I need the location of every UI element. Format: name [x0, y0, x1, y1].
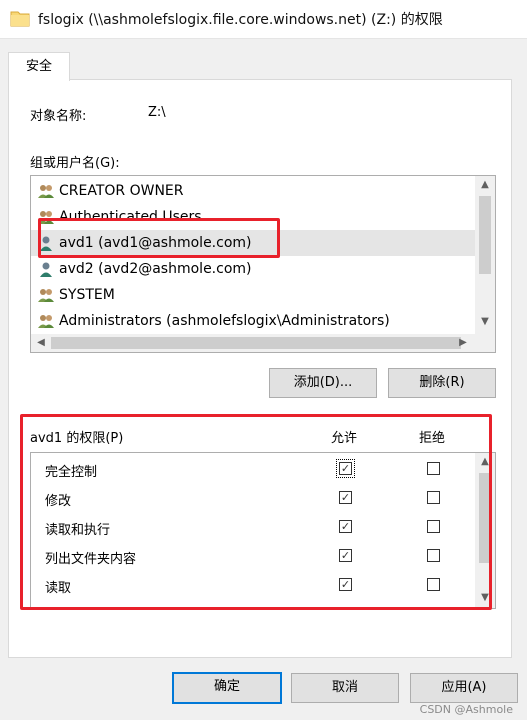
list-item-label: CREATOR OWNER — [59, 183, 184, 199]
list-item-label: avd2 (avd2@ashmole.com) — [59, 261, 252, 277]
groups-vertical-scrollbar[interactable]: ▲ ▼ — [475, 176, 495, 334]
group-icon — [38, 289, 54, 302]
list-item[interactable]: avd2 (avd2@ashmole.com) — [31, 256, 475, 282]
group-icon — [38, 315, 54, 328]
list-item-label: SYSTEM — [59, 287, 115, 303]
list-item[interactable]: Administrators (ashmolefslogix\Administr… — [31, 308, 475, 334]
add-button[interactable]: 添加(D)... — [269, 368, 377, 398]
groups-listbox[interactable]: CREATOR OWNER Authenticated Users avd1 (… — [30, 175, 496, 353]
list-item-label: Administrators (ashmolefslogix\Administr… — [59, 313, 390, 329]
groups-horizontal-scrollbar[interactable]: ◀ ▶ — [31, 334, 495, 352]
annotation-highlight-permissions — [20, 414, 492, 610]
ok-button[interactable]: 确定 — [172, 672, 282, 704]
scroll-right-icon[interactable]: ▶ — [453, 337, 473, 348]
scroll-left-icon[interactable]: ◀ — [31, 337, 51, 348]
list-item[interactable]: SYSTEM — [31, 282, 475, 308]
list-item[interactable]: CREATOR OWNER — [31, 178, 475, 204]
window-title: fslogix (\\ashmolefslogix.file.core.wind… — [38, 12, 443, 28]
tab-security[interactable]: 安全 — [8, 52, 70, 81]
folder-icon — [10, 11, 30, 27]
object-name-value: Z:\ — [148, 105, 166, 120]
annotation-highlight-user — [38, 218, 280, 258]
title-bar: fslogix (\\ashmolefslogix.file.core.wind… — [0, 0, 527, 39]
groups-label: 组或用户名(G): — [30, 156, 120, 171]
scroll-thumb[interactable] — [479, 196, 491, 274]
scroll-down-icon[interactable]: ▼ — [475, 316, 495, 327]
cancel-button[interactable]: 取消 — [291, 673, 399, 703]
scroll-thumb[interactable] — [51, 337, 461, 349]
apply-button[interactable]: 应用(A) — [410, 673, 518, 703]
remove-button[interactable]: 删除(R) — [388, 368, 496, 398]
user-icon — [40, 262, 52, 277]
watermark: CSDN @Ashmole — [419, 703, 513, 716]
group-icon — [38, 185, 54, 198]
object-name-label: 对象名称: — [30, 109, 87, 124]
scroll-up-icon[interactable]: ▲ — [475, 179, 495, 190]
